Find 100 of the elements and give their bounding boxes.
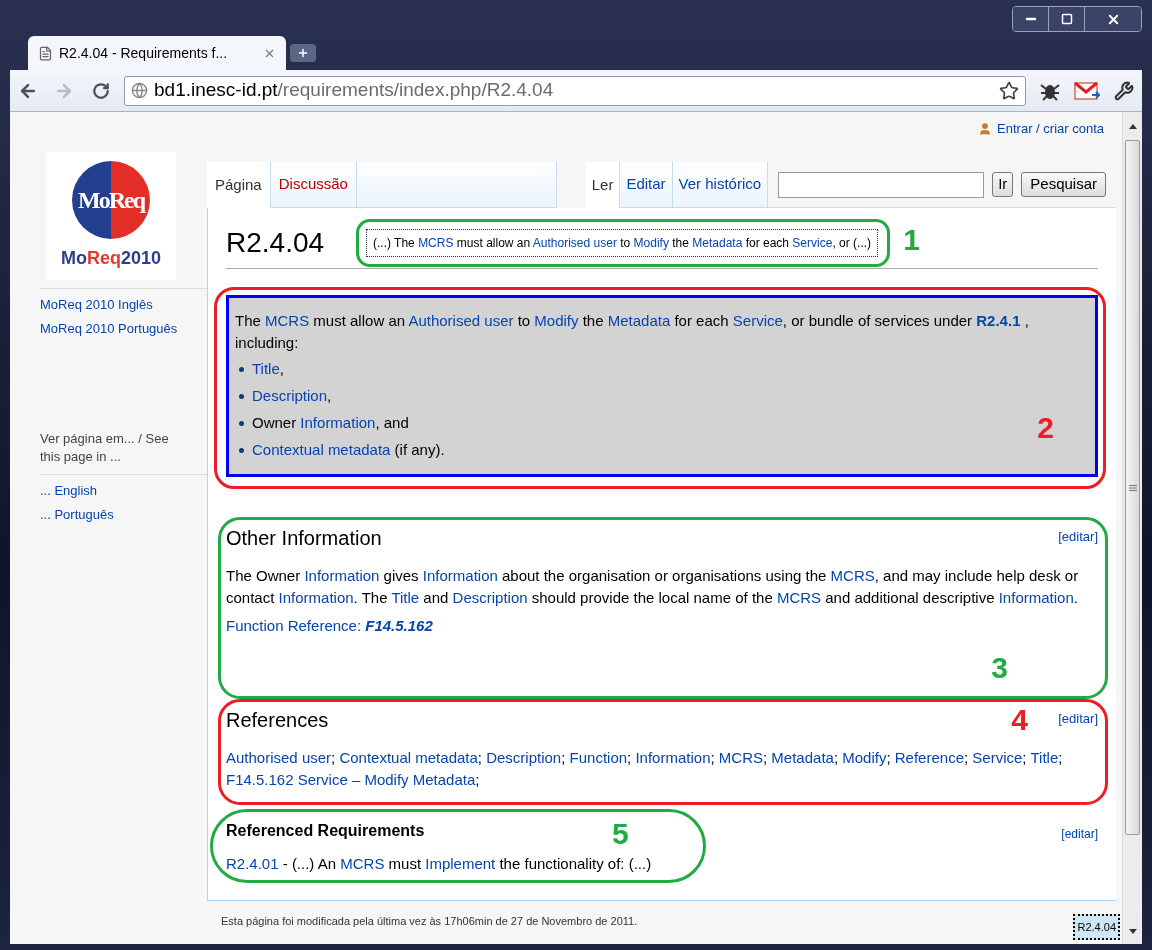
page-title: R2.4.04 — [226, 226, 326, 260]
page-icon — [38, 45, 53, 61]
link[interactable]: Metadata — [771, 749, 834, 766]
scroll-down-icon — [1127, 928, 1138, 936]
url-text: bd1.inesc-id.pt/requirements/index.php/R2.4.04 — [154, 78, 554, 103]
bookmark-star-icon[interactable] — [999, 80, 1019, 101]
link[interactable]: Reference — [894, 749, 964, 766]
go-button[interactable]: Ir — [992, 172, 1014, 197]
user-icon — [978, 122, 993, 136]
view-tab[interactable]: Ver histórico — [672, 162, 769, 208]
minimize-button[interactable] — [1013, 7, 1049, 31]
link[interactable]: Metadata — [692, 236, 743, 250]
annotation-number: 4 — [1011, 705, 1028, 735]
search-button[interactable]: Pesquisar — [1021, 172, 1106, 197]
close-button[interactable] — [1085, 7, 1141, 31]
link[interactable]: MCRS — [265, 312, 310, 329]
annotation-number: 1 — [903, 225, 921, 255]
section-heading: References — [226, 708, 329, 733]
language-link[interactable]: ... Português — [40, 504, 207, 524]
mail-icon[interactable] — [1074, 80, 1100, 101]
footer-text: Esta página foi modificada pela última vez às 17h06min de 27 de Novembro de 2011. — [221, 913, 638, 929]
link[interactable]: Modify — [534, 312, 579, 329]
section-heading: Referenced Requirements — [226, 821, 425, 841]
scrollbar[interactable] — [1122, 112, 1142, 944]
link[interactable]: Modify — [633, 236, 669, 250]
link[interactable]: Contextual metadata — [252, 441, 391, 459]
sidebar-link[interactable]: MoReq 2010 Português — [40, 318, 207, 338]
link[interactable]: Description — [252, 387, 328, 405]
globe-icon — [131, 82, 148, 99]
paragraph: The MCRS must allow an Authorised user to Modify the Metadata for each Service, or bundle of services under R2.4.1 , including: — [235, 311, 1030, 353]
status-tooltip: R2.4.04 — [1073, 913, 1120, 940]
edit-link[interactable]: [editar] — [1061, 825, 1098, 843]
reload-icon[interactable] — [92, 81, 110, 100]
paragraph: R2.4.01 - (...) An MCRS must Implement the functionality of: (...) — [226, 854, 653, 874]
grip-icon — [1128, 484, 1137, 491]
browser-tab[interactable]: R2.4.04 - Requirements f... — [28, 36, 286, 70]
login-link[interactable]: Entrar / criar conta — [997, 119, 1104, 139]
link[interactable]: R2.4.1 — [976, 312, 1021, 329]
sidebar-link[interactable]: MoReq 2010 Inglês — [40, 295, 207, 315]
maximize-button[interactable] — [1049, 7, 1085, 31]
link[interactable]: Information — [998, 589, 1074, 606]
tab-title: R2.4.04 - Requirements f... — [59, 43, 229, 63]
paragraph: The Owner Information gives Information about the organisation or organisations using the MCRS, and may include help desk or contact Information. The Title and Description should provide the local name of the MCRS and additional descriptive Information. — [226, 566, 1080, 608]
link[interactable]: Information — [278, 589, 354, 606]
new-tab-button[interactable] — [290, 44, 316, 62]
edit-link[interactable]: [editar] — [1058, 527, 1098, 547]
link[interactable]: MCRS — [418, 236, 454, 250]
annotation-number: 3 — [991, 653, 1008, 683]
link[interactable]: MCRS — [830, 567, 875, 584]
paragraph: Authorised user; Contextual metadata; Description; Function; Information; MCRS; Metadata; Modify; Reference; Service; Title; F14.5.162 Service – Modify Metadata; — [226, 748, 1064, 790]
link[interactable]: Function Reference: — [226, 617, 366, 634]
link[interactable]: Authorised user — [408, 312, 514, 329]
link[interactable]: R2.4.01 — [226, 855, 279, 872]
page-tab[interactable]: Página — [207, 162, 271, 208]
link[interactable]: Implement — [425, 855, 496, 872]
view-tab[interactable]: Ler — [585, 162, 621, 208]
address-field[interactable]: bd1.inesc-id.pt/requirements/index.php/R2.4.04 — [124, 75, 1026, 106]
link[interactable]: Description — [486, 749, 562, 766]
settings-icon[interactable] — [1114, 80, 1134, 101]
paragraph: Title, — [252, 359, 284, 380]
scrollbar-thumb[interactable] — [1125, 140, 1140, 835]
link[interactable]: Metadata — [607, 312, 671, 329]
bullet-icon — [239, 367, 244, 372]
link[interactable]: Service — [732, 312, 783, 329]
paragraph: Description, — [252, 386, 332, 407]
bullet-icon — [239, 448, 244, 453]
search-field[interactable] — [778, 171, 985, 198]
link[interactable]: Information — [300, 414, 376, 432]
paragraph: Contextual metadata (if any). — [252, 440, 445, 461]
link[interactable]: Contextual metadata — [339, 749, 478, 766]
page-tab[interactable]: Discussão — [270, 162, 357, 208]
paragraph: (...) The MCRS must allow an Authorised user to Modify the Metadata for each Service, or (...) — [366, 229, 879, 257]
link[interactable]: Modify — [842, 749, 887, 766]
link[interactable]: Title — [391, 589, 420, 606]
maximize-icon — [1060, 13, 1073, 25]
paragraph: Owner Information, and — [252, 413, 409, 434]
link[interactable]: MCRS — [718, 749, 763, 766]
link[interactable]: Information — [422, 567, 498, 584]
bullet-icon — [239, 394, 244, 399]
link[interactable]: Description — [452, 589, 528, 606]
link[interactable]: F14.5.162 — [365, 617, 433, 634]
link[interactable]: MCRS — [776, 589, 822, 606]
edit-link[interactable]: [editar] — [1058, 709, 1098, 729]
languages-heading: Ver página em... / See this page in ... — [40, 430, 170, 466]
logo-wordmark: MoReq2010 — [60, 246, 162, 270]
annotation-number: 5 — [612, 819, 629, 849]
bullet-icon — [239, 421, 244, 426]
link[interactable]: Title — [252, 360, 280, 378]
language-link[interactable]: ... English — [40, 481, 207, 501]
logo-mark: MoReq — [78, 185, 144, 215]
link[interactable]: Function — [569, 749, 628, 766]
plus-icon — [297, 47, 309, 59]
view-tab[interactable]: Editar — [620, 162, 673, 208]
scroll-up-icon — [1127, 122, 1138, 130]
link[interactable]: MCRS — [340, 855, 385, 872]
annotation-number: 2 — [1037, 413, 1054, 443]
section-heading: Other Information — [226, 526, 382, 551]
link[interactable]: Information — [304, 567, 380, 584]
link[interactable]: Information — [635, 749, 711, 766]
link[interactable]: Authorised user — [532, 236, 617, 250]
